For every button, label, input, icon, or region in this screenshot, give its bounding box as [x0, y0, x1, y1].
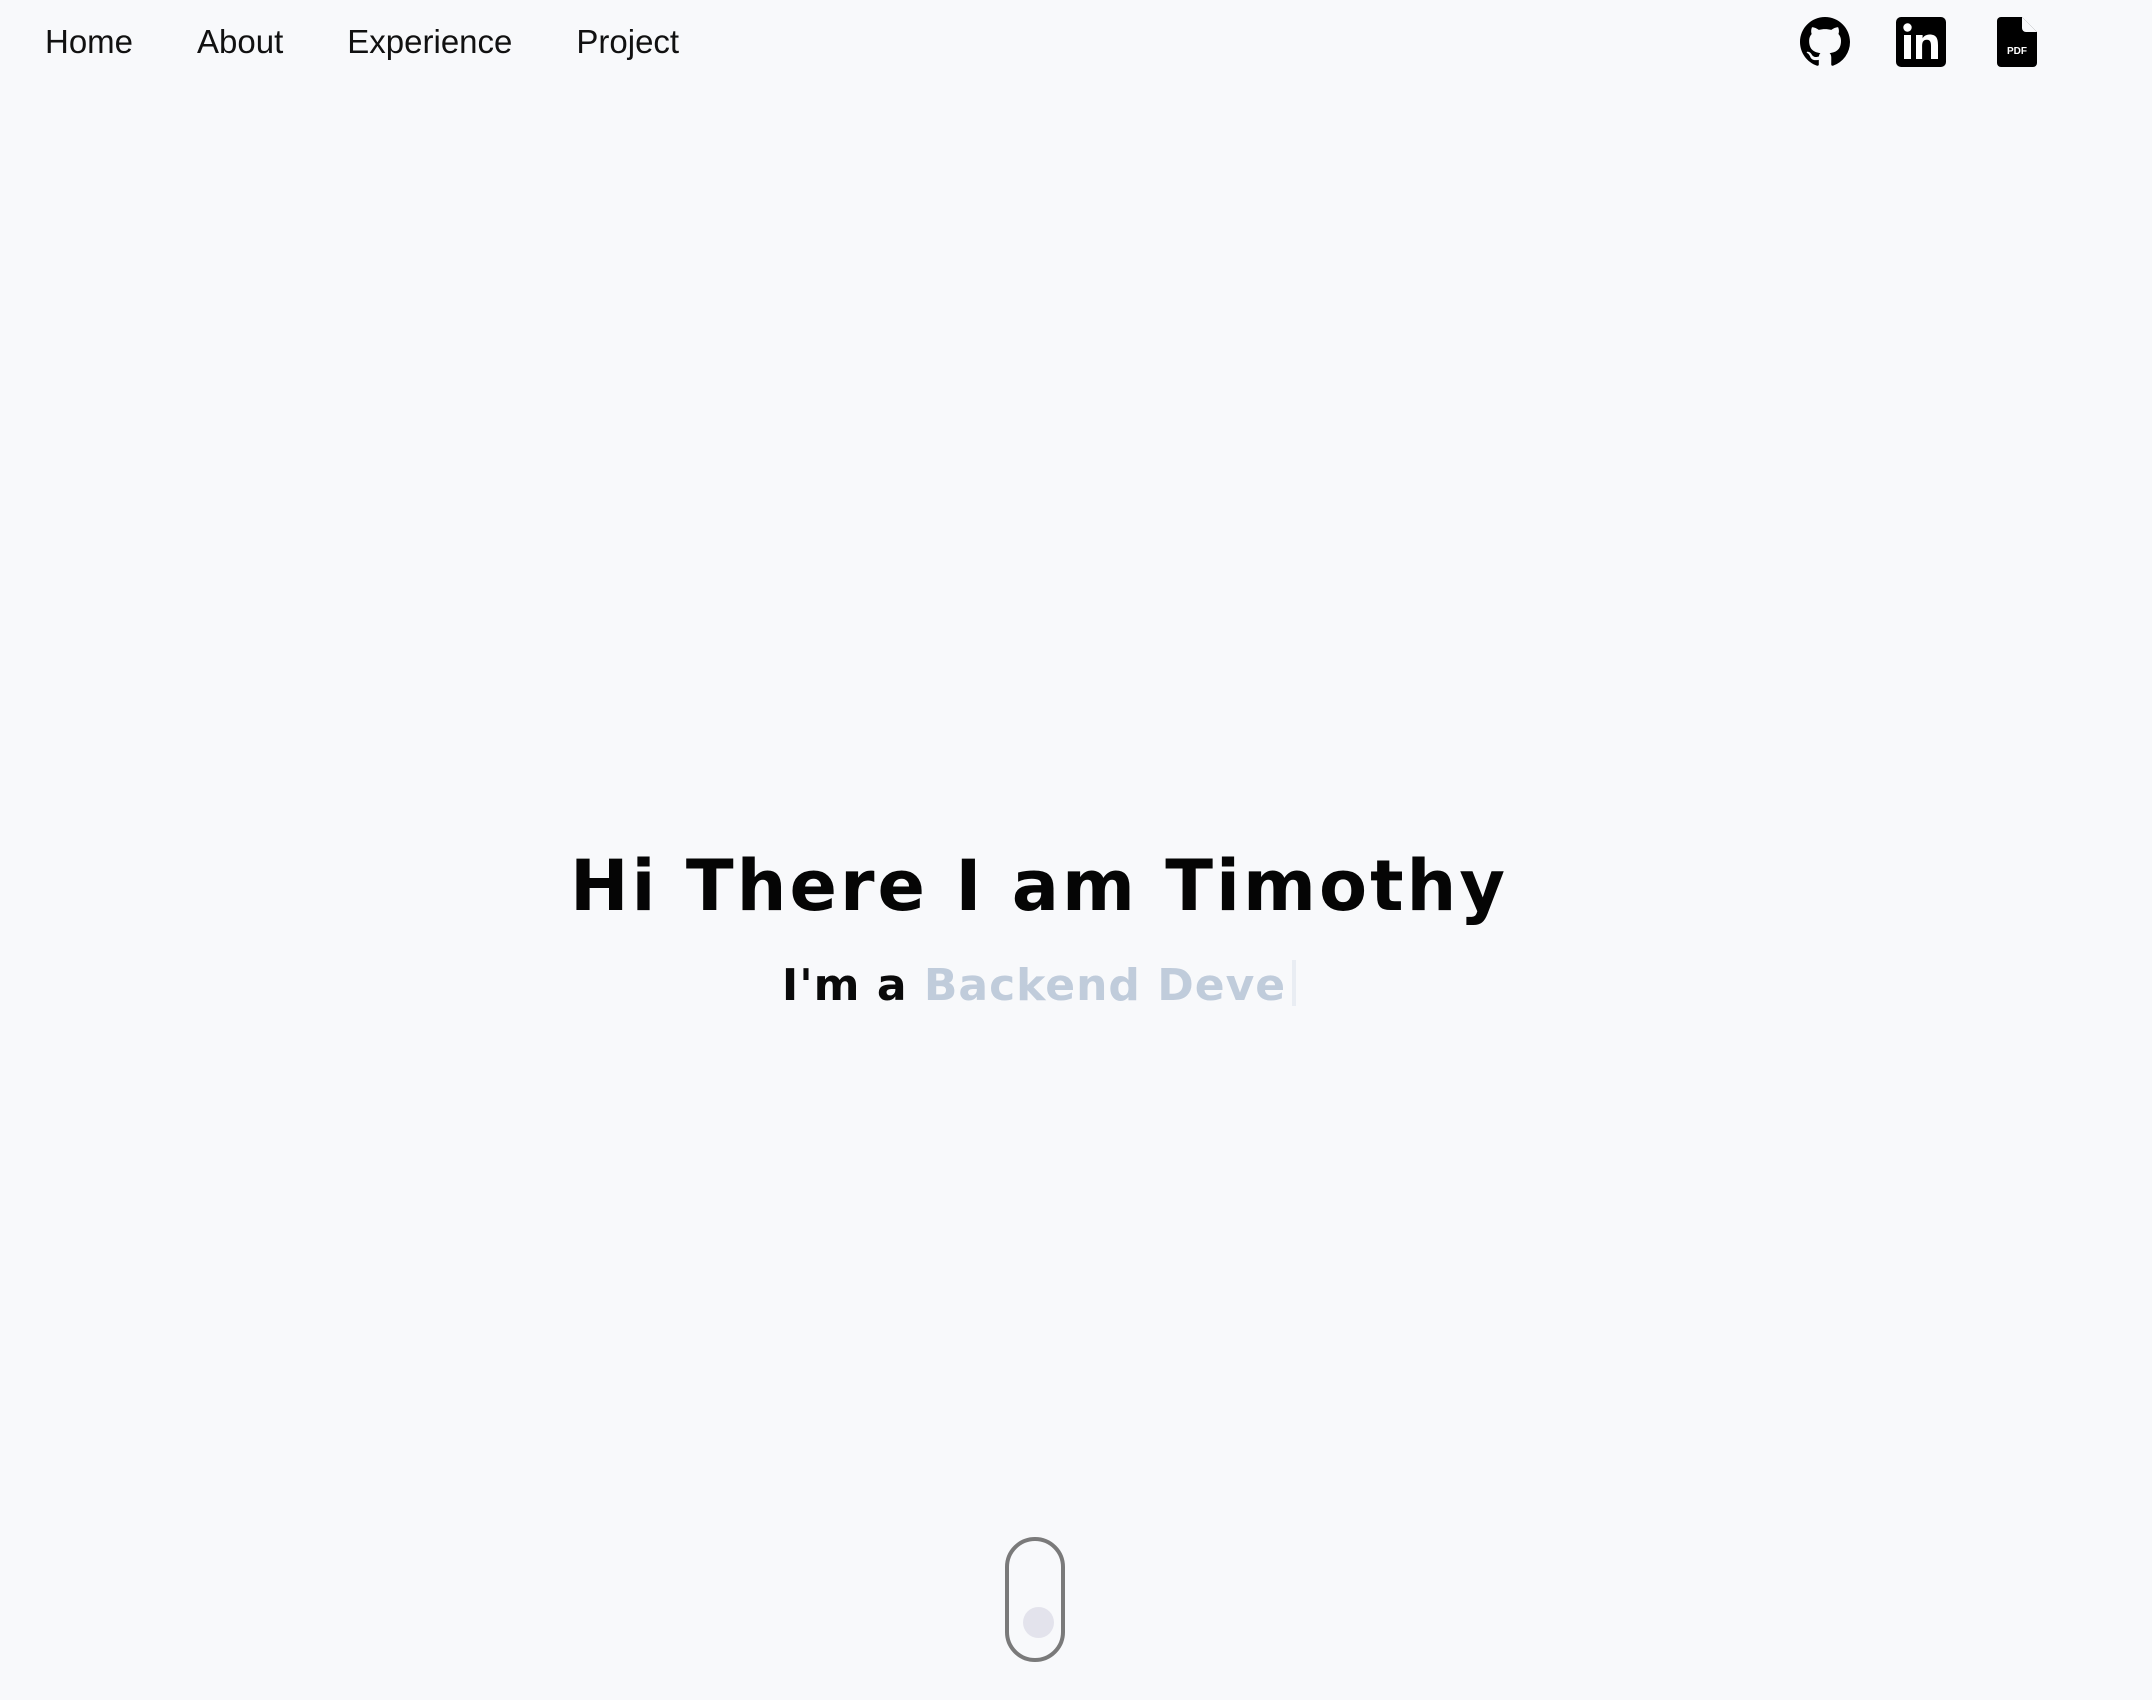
github-icon — [1800, 17, 1850, 66]
nav-link-home[interactable]: Home — [45, 20, 133, 64]
nav-link-experience[interactable]: Experience — [347, 20, 512, 64]
scroll-indicator-dot — [1023, 1607, 1054, 1638]
nav-link-project[interactable]: Project — [576, 20, 679, 64]
typing-cursor — [1292, 960, 1297, 1006]
pdf-icon: PDF — [1997, 17, 2037, 67]
linkedin-icon — [1896, 17, 1946, 67]
linkedin-link[interactable] — [1896, 16, 1946, 68]
hero-title: Hi There I am Timothy — [569, 845, 1509, 927]
resume-pdf-link[interactable]: PDF — [1992, 16, 2042, 68]
subtitle-prefix: I'm a — [781, 960, 908, 1011]
pdf-label: PDF — [2007, 46, 2027, 57]
page: Home About Experience Project PDF Hi The… — [0, 0, 2152, 1700]
social-links: PDF — [1800, 16, 2042, 68]
nav-links: Home About Experience Project — [45, 20, 679, 64]
top-navbar: Home About Experience Project PDF — [0, 0, 2152, 88]
typed-role-text: Backend Deve — [923, 960, 1287, 1011]
scroll-down-indicator[interactable] — [1005, 1537, 1065, 1662]
github-link[interactable] — [1800, 16, 1850, 68]
nav-link-about[interactable]: About — [197, 20, 283, 64]
hero-section: Hi There I am Timothy I'm a Backend Deve — [0, 838, 2078, 1016]
hero-subtitle: I'm a Backend Deve — [0, 956, 2078, 1016]
